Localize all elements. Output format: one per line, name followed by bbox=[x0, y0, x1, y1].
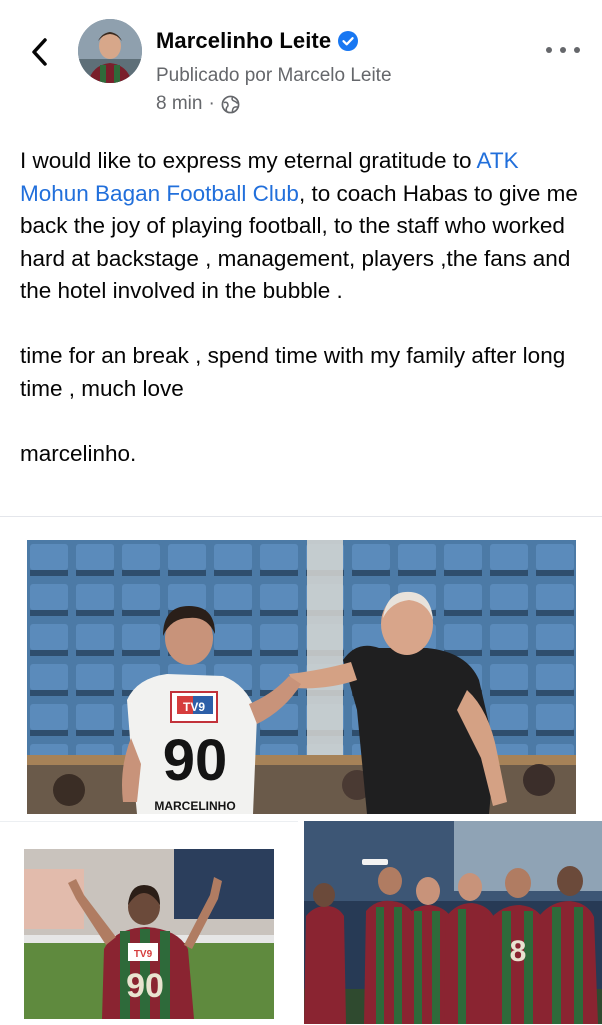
author-avatar[interactable] bbox=[78, 19, 142, 83]
divider bbox=[0, 516, 602, 517]
jersey-sponsor: TV9 bbox=[183, 700, 205, 714]
photo-team[interactable]: 8 bbox=[304, 821, 602, 1024]
jersey-name: MARCELINHO bbox=[154, 799, 235, 813]
more-dot bbox=[574, 47, 580, 53]
more-options-button[interactable] bbox=[546, 40, 580, 60]
globe-icon[interactable] bbox=[221, 95, 240, 114]
verified-badge-icon bbox=[338, 31, 359, 51]
chevron-left-icon bbox=[32, 38, 47, 66]
post-signature: marcelinho. bbox=[20, 440, 137, 466]
photo-celebration[interactable]: TV9 90 bbox=[24, 849, 274, 1019]
post-paragraph: I would like to express my eternal grati… bbox=[20, 145, 590, 308]
meta-separator: · bbox=[208, 93, 215, 114]
more-dot bbox=[546, 47, 552, 53]
post-meta: 8 min · bbox=[156, 93, 240, 115]
jersey-number: 8 bbox=[510, 935, 527, 968]
jersey-number: 90 bbox=[163, 728, 228, 793]
post-time[interactable]: 8 min bbox=[156, 93, 202, 115]
post-paragraph: time for an break , spend time with my f… bbox=[20, 343, 566, 401]
photo-handshake[interactable]: TV9 90 MARCELINHO bbox=[27, 540, 576, 814]
back-button[interactable] bbox=[24, 34, 54, 70]
jersey-number: 90 bbox=[126, 967, 164, 1005]
more-dot bbox=[560, 47, 566, 53]
post-header: Marcelinho Leite Publicado por Marcelo L… bbox=[0, 0, 602, 130]
post-text-segment: I would like to express my eternal grati… bbox=[20, 148, 477, 173]
jersey-sponsor: TV9 bbox=[134, 949, 153, 960]
post-body: I would like to express my eternal grati… bbox=[20, 145, 590, 503]
author-name[interactable]: Marcelinho Leite bbox=[156, 28, 331, 54]
published-by-label: Publicado por Marcelo Leite bbox=[156, 65, 392, 86]
